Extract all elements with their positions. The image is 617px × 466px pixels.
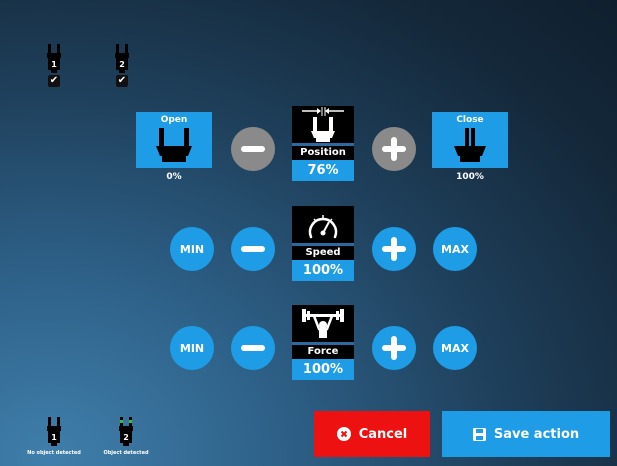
gripper-status-2: 2 Object detected [96,417,156,457]
close-button[interactable]: Close [432,112,508,168]
status-text: No object detected [27,450,81,456]
force-min-button[interactable]: MIN [170,326,214,370]
speed-decrease-button[interactable] [231,227,275,271]
svg-text:2: 2 [119,60,125,69]
open-label: Open [160,115,188,125]
force-value[interactable]: 100% [292,359,354,380]
speed-label: Speed [292,246,354,260]
gripper-icon: 2 [115,44,129,73]
speed-widget: Speed 100% [292,206,354,281]
speed-icon-box [292,206,354,246]
force-max-label: MAX [441,341,469,355]
position-icon-box [292,106,354,146]
force-icon-box [292,305,354,345]
speed-increase-button[interactable] [372,227,416,271]
force-decrease-button[interactable] [231,326,275,370]
close-label: Close [456,115,484,125]
force-label: Force [292,345,354,359]
save-action-button[interactable]: Save action [442,411,610,457]
checkbox-icon[interactable]: ✔ [116,75,128,87]
force-max-button[interactable]: MAX [433,326,477,370]
save-label: Save action [493,426,580,442]
svg-text:1: 1 [51,60,57,69]
position-increase-button[interactable] [372,127,416,171]
speed-min-label: MIN [179,242,205,256]
open-percent: 0% [166,172,182,182]
minus-icon [241,146,265,152]
gripper-icon: 1 [47,417,61,446]
force-widget: Force 100% [292,305,354,380]
gripper-status-1: 1 No object detected [22,417,86,457]
speed-max-label: MAX [441,242,469,256]
svg-text:2: 2 [123,433,129,442]
cancel-button[interactable]: Cancel [314,411,430,457]
gripper-open-icon [156,128,192,162]
weightlifter-icon [302,309,344,338]
position-decrease-button[interactable] [231,127,275,171]
cancel-icon [336,427,351,441]
position-widget: Position 76% [292,106,354,181]
save-icon [472,427,486,441]
gripper-position-icon [302,107,344,142]
force-min-label: MIN [179,341,205,355]
gripper-detected-icon: 2 [119,417,133,446]
gripper-icon: 1 [47,44,61,73]
position-label: Position [292,146,354,160]
minus-icon [241,246,265,252]
status-text: Object detected [103,450,149,456]
cancel-label: Cancel [358,426,408,442]
gripper-select-1[interactable]: 1 ✔ [46,44,62,88]
speed-value[interactable]: 100% [292,260,354,281]
position-value[interactable]: 76% [292,160,354,181]
force-increase-button[interactable] [372,326,416,370]
close-percent: 100% [456,172,484,182]
svg-text:1: 1 [51,433,57,442]
checkbox-icon[interactable]: ✔ [48,75,60,87]
speed-min-button[interactable]: MIN [170,227,214,271]
gauge-icon [308,215,338,239]
gripper-select-2[interactable]: 2 ✔ [114,44,130,88]
open-button[interactable]: Open [136,112,212,168]
speed-max-button[interactable]: MAX [433,227,477,271]
minus-icon [241,345,265,351]
gripper-closed-icon [454,128,486,162]
